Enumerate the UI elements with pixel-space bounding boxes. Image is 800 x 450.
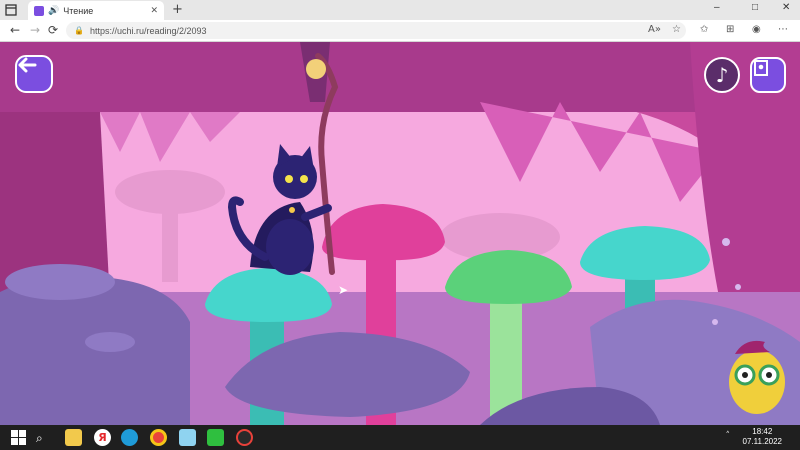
profile-icon[interactable]: ◉ <box>752 24 761 35</box>
cat-body <box>266 219 314 275</box>
bg-mushroom-stem <box>162 192 178 282</box>
reload-button[interactable]: ⟳ <box>48 23 58 37</box>
video-app-icon[interactable] <box>207 429 224 446</box>
left-rock <box>0 276 190 425</box>
tab-actions-icon[interactable] <box>4 3 18 17</box>
browser-tab-bar: 🔊 Чтение ✕ + – □ ✕ <box>0 0 800 20</box>
tab-close-button[interactable]: ✕ <box>150 6 158 16</box>
record-app-icon[interactable] <box>236 429 253 446</box>
edge-icon[interactable] <box>121 429 138 446</box>
music-button[interactable]: ♪ <box>704 57 740 93</box>
back-button[interactable] <box>15 55 53 93</box>
file-explorer-icon[interactable] <box>65 429 82 446</box>
close-window-button[interactable]: ✕ <box>782 2 790 13</box>
read-aloud-icon[interactable]: A» <box>648 24 661 35</box>
tray-chevron-icon[interactable]: ˄ <box>726 431 731 441</box>
lock-icon[interactable]: 🔒 <box>74 26 84 35</box>
search-icon[interactable]: ⌕ <box>36 431 43 446</box>
owl-pupil-left <box>742 372 748 378</box>
clock-time: 18:42 <box>752 427 773 436</box>
yandex-browser-icon[interactable]: Я <box>94 429 111 446</box>
minimize-button[interactable]: – <box>714 2 720 13</box>
windows-start-icon[interactable] <box>10 429 27 446</box>
upper-background <box>0 42 800 112</box>
cat-eye-right <box>300 175 308 183</box>
address-bar: ← → ⟳ 🔒 https://uchi.ru/reading/2/2093 A… <box>0 20 800 42</box>
notepad-icon[interactable] <box>179 429 196 446</box>
taskbar-clock[interactable]: 18:42 07.11.2022 <box>743 427 782 447</box>
extensions-icon[interactable]: ⊞ <box>726 24 734 35</box>
sparkle <box>735 284 741 290</box>
uchi-favicon-icon <box>34 5 44 16</box>
cat-eye-left <box>285 175 293 183</box>
sparkle <box>722 238 730 246</box>
forward-nav-button[interactable]: → <box>30 23 40 37</box>
sparkle <box>712 319 718 325</box>
purple-mushroom-cap-small <box>85 332 135 352</box>
back-nav-button[interactable]: ← <box>10 23 20 37</box>
url-text: https://uchi.ru/reading/2/2093 <box>89 25 207 36</box>
speaker-icon[interactable]: 🔊 <box>48 6 59 16</box>
favorites-star-icon[interactable]: ☆ <box>672 24 681 35</box>
owl-pupil-right <box>766 372 772 378</box>
new-tab-button[interactable]: + <box>172 2 183 17</box>
tab-title: Чтение <box>63 5 94 16</box>
more-icon[interactable]: ⋯ <box>778 24 788 35</box>
chrome-icon[interactable] <box>150 429 167 446</box>
exit-door-icon <box>754 60 768 76</box>
purple-mushroom-cap-left <box>5 264 115 300</box>
exit-button[interactable] <box>750 57 786 93</box>
windows-taskbar: ⌕ Я ˄ 18:42 07.11.2022 <box>0 425 800 450</box>
mouse-cursor-icon: ➤ <box>338 283 349 297</box>
url-field[interactable]: 🔒 https://uchi.ru/reading/2/2093 <box>66 22 686 39</box>
arrow-left-icon <box>18 57 37 73</box>
game-scene <box>0 42 800 425</box>
collections-icon[interactable]: ✩ <box>700 24 708 35</box>
staff-glow <box>306 59 326 79</box>
maximize-button[interactable]: □ <box>752 2 758 13</box>
clock-date: 07.11.2022 <box>742 437 782 446</box>
browser-tab[interactable]: 🔊 Чтение ✕ <box>28 1 164 20</box>
music-note-icon: ♪ <box>715 63 729 87</box>
game-canvas[interactable]: ♪ ➤ <box>0 42 800 425</box>
cat-amulet <box>289 207 295 213</box>
